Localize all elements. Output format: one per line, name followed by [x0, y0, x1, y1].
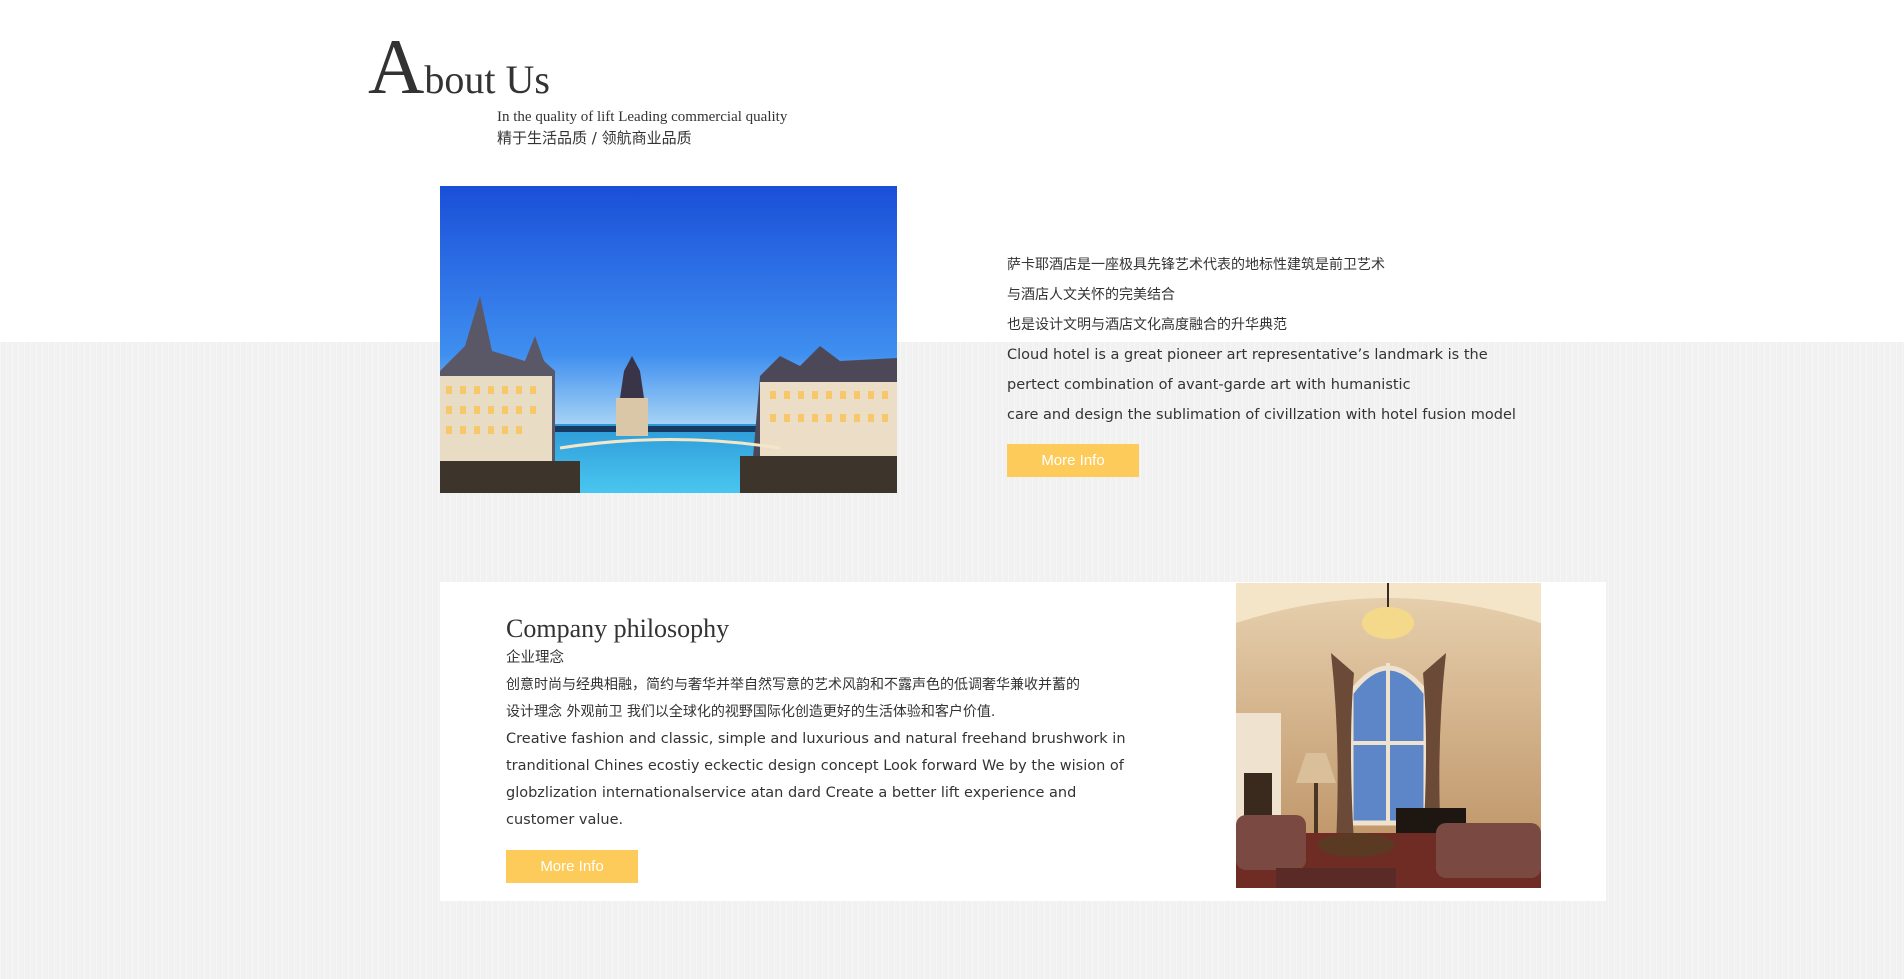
philosophy-line-4: tranditional Chines ecostiy eckectic des… — [506, 758, 1124, 774]
about-title-rest: bout Us — [424, 57, 550, 102]
about-line-2: 与酒店人文关怀的完美结合 — [1007, 287, 1175, 303]
interior-photo-icon — [1236, 583, 1541, 888]
hotel-photo-icon — [440, 186, 897, 493]
philosophy-line-3: Creative fashion and classic, simple and… — [506, 731, 1126, 747]
about-title: About Us — [368, 28, 550, 106]
philosophy-title: Company philosophy — [506, 614, 730, 643]
philosophy-line-5: globzlization internationalservice atan … — [506, 785, 1077, 801]
top-section-background — [0, 0, 1904, 342]
about-subtitle-en: In the quality of lift Leading commercia… — [497, 109, 788, 125]
about-subtitle-cn: 精于生活品质 / 领航商业品质 — [497, 129, 692, 147]
about-description: 萨卡耶酒店是一座极具先锋艺术代表的地标性建筑是前卫艺术 与酒店人文关怀的完美结合… — [1007, 250, 1527, 430]
philosophy-line-2: 设计理念 外观前卫 我们以全球化的视野国际化创造更好的生活体验和客户价值. — [506, 704, 996, 720]
philosophy-line-6: customer value. — [506, 812, 624, 828]
about-line-6: care and design the sublimation of civil… — [1007, 407, 1516, 423]
about-line-5: pertect combination of avant-garde art w… — [1007, 377, 1411, 393]
about-line-4: Cloud hotel is a great pioneer art repre… — [1007, 347, 1488, 363]
philosophy-card: Company philosophy 企业理念 创意时尚与经典相融，简约与奢华并… — [440, 582, 1606, 901]
philosophy-more-info-button[interactable]: More Info — [506, 850, 638, 883]
about-line-3: 也是设计文明与酒店文化高度融合的升华典范 — [1007, 317, 1287, 333]
philosophy-line-1: 创意时尚与经典相融，简约与奢华并举自然写意的艺术风韵和不露声色的低调奢华兼收并蓄… — [506, 677, 1080, 693]
philosophy-description: 创意时尚与经典相融，简约与奢华并举自然写意的艺术风韵和不露声色的低调奢华兼收并蓄… — [506, 672, 1126, 834]
about-more-info-button[interactable]: More Info — [1007, 444, 1139, 477]
about-line-1: 萨卡耶酒店是一座极具先锋艺术代表的地标性建筑是前卫艺术 — [1007, 257, 1385, 273]
philosophy-subtitle-cn: 企业理念 — [506, 650, 564, 666]
about-title-initial: A — [368, 23, 425, 110]
